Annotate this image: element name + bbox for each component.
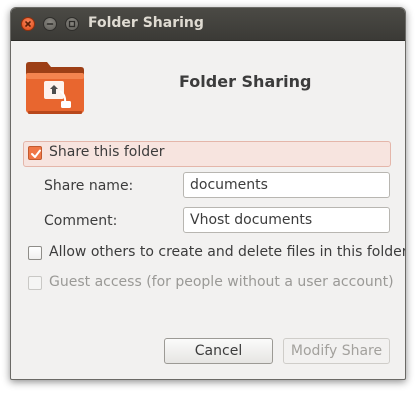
- comment-input[interactable]: [183, 207, 390, 233]
- share-name-input[interactable]: [183, 172, 390, 198]
- window-title: Folder Sharing: [88, 15, 204, 31]
- checkmark-icon: [31, 149, 41, 158]
- minimize-button[interactable]: [43, 17, 57, 31]
- cancel-button[interactable]: Cancel: [164, 338, 273, 364]
- share-folder-row[interactable]: Share this folder: [23, 141, 391, 167]
- guest-access-checkbox[interactable]: [28, 276, 42, 290]
- titlebar[interactable]: Folder Sharing: [11, 8, 405, 41]
- comment-label: Comment:: [44, 213, 118, 229]
- close-button[interactable]: [21, 17, 35, 31]
- share-name-label: Share name:: [44, 178, 134, 194]
- share-folder-checkbox[interactable]: [28, 146, 42, 160]
- maximize-icon: [68, 20, 76, 28]
- close-icon: [25, 21, 31, 27]
- guest-access-label[interactable]: Guest access (for people without a user …: [49, 274, 394, 290]
- minimize-icon: [46, 23, 54, 25]
- modify-share-button[interactable]: Modify Share: [283, 338, 390, 364]
- folder-share-icon: [26, 62, 84, 114]
- dialog-heading: Folder Sharing: [179, 72, 312, 91]
- folder-sharing-dialog: Folder Sharing Folder Sharing Share this…: [10, 7, 406, 380]
- share-folder-label[interactable]: Share this folder: [49, 144, 165, 160]
- maximize-button[interactable]: [65, 17, 79, 31]
- allow-others-checkbox[interactable]: [28, 246, 42, 260]
- allow-others-label[interactable]: Allow others to create and delete files …: [49, 244, 405, 260]
